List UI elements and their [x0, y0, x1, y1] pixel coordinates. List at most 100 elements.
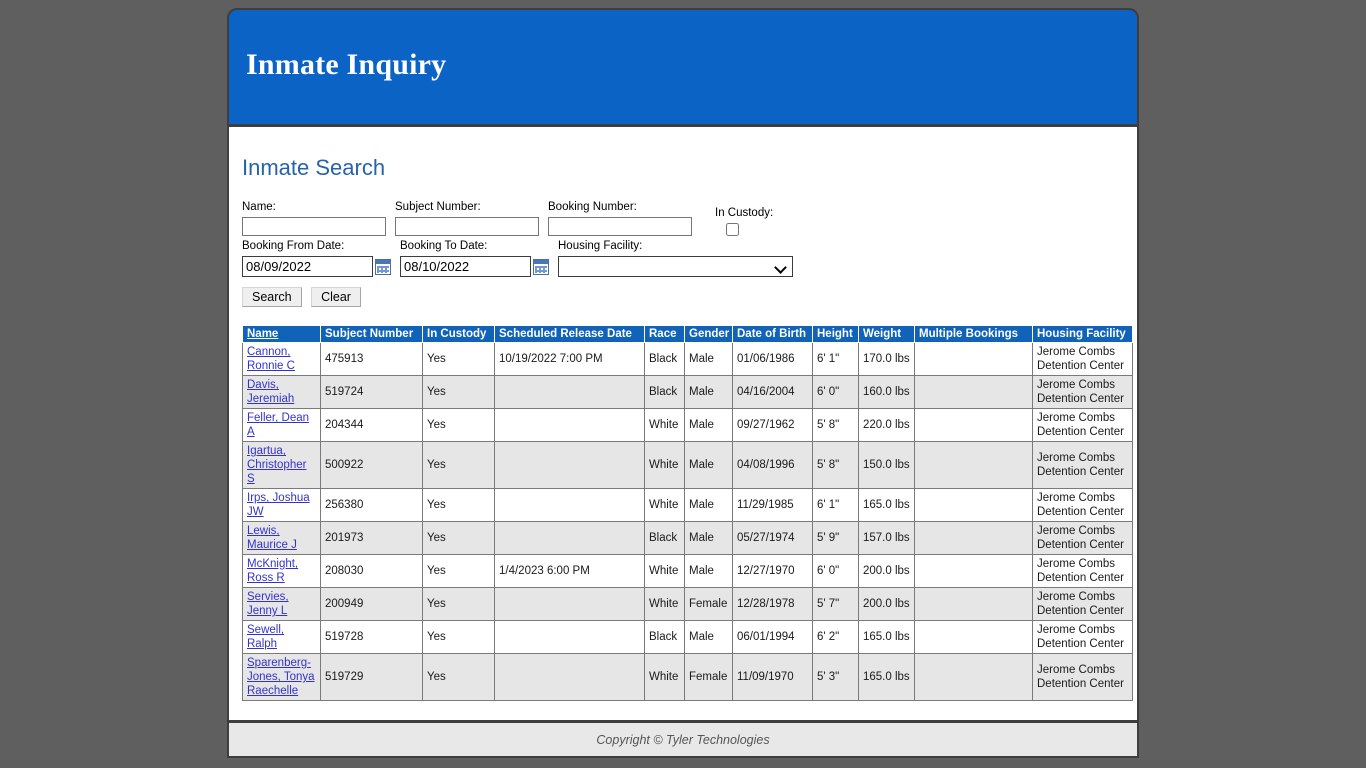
cell-weight: 165.0 lbs: [858, 653, 915, 701]
cell-race: White: [644, 488, 685, 522]
cell-in-custody: Yes: [422, 620, 495, 654]
cell-date-of-birth: 05/27/1974: [732, 521, 813, 555]
subject-number-input[interactable]: [395, 217, 539, 236]
cell-date-of-birth: 04/08/1996: [732, 441, 813, 489]
cell-in-custody: Yes: [422, 408, 495, 442]
cell-in-custody: Yes: [422, 441, 495, 489]
cell-scheduled-release-date: [494, 408, 645, 442]
inmate-name-link[interactable]: Igartua, Christopher S: [247, 445, 306, 485]
cell-name: Igartua, Christopher S: [242, 441, 321, 489]
booking-to-date-input[interactable]: [400, 256, 531, 277]
cell-race: White: [644, 441, 685, 489]
cell-date-of-birth: 04/16/2004: [732, 375, 813, 409]
cell-scheduled-release-date: [494, 441, 645, 489]
page-title: Inmate Inquiry: [246, 48, 447, 81]
application-window: Inmate Inquiry Inmate Search Name: Subje…: [227, 8, 1139, 760]
cell-scheduled-release-date: [494, 521, 645, 555]
table-row: Sparenberg-Jones, Tonya Raechelle 519729 Y…: [242, 653, 1133, 701]
column-header-housing-facility[interactable]: Housing Facility: [1032, 325, 1133, 343]
column-header-race[interactable]: Race: [644, 325, 685, 343]
cell-in-custody: Yes: [422, 375, 495, 409]
cell-subject-number: 519724: [320, 375, 423, 409]
in-custody-checkbox[interactable]: [726, 223, 739, 236]
cell-height: 6' 0": [812, 375, 859, 409]
column-header-date-of-birth[interactable]: Date of Birth: [732, 325, 813, 343]
booking-from-date-label: Booking From Date:: [242, 240, 345, 252]
inmate-name-link[interactable]: Sparenberg-Jones, Tonya Raechelle: [247, 657, 315, 697]
name-field-group: Name:: [242, 201, 386, 236]
search-button[interactable]: Search: [242, 287, 302, 307]
cell-race: White: [644, 587, 685, 621]
clear-button[interactable]: Clear: [311, 287, 361, 307]
cell-multiple-bookings: [914, 342, 1033, 376]
column-header-scheduled-release-date[interactable]: Scheduled Release Date: [494, 325, 645, 343]
chevron-down-icon: [558, 256, 793, 277]
column-header-height[interactable]: Height: [812, 325, 859, 343]
name-input[interactable]: [242, 217, 386, 236]
cell-weight: 165.0 lbs: [858, 620, 915, 654]
cell-subject-number: 475913: [320, 342, 423, 376]
cell-in-custody: Yes: [422, 521, 495, 555]
cell-height: 5' 9": [812, 521, 859, 555]
inmate-name-link[interactable]: Cannon, Ronnie C: [247, 346, 295, 372]
cell-housing-facility: Jerome Combs Detention Center: [1032, 342, 1133, 376]
table-row: Sewell, Ralph 519728 Yes Black Male 06/01/199…: [242, 620, 1133, 654]
cell-scheduled-release-date: [494, 587, 645, 621]
table-row: Lewis, Maurice J 201973 Yes Black Male 05/27/…: [242, 521, 1133, 555]
cell-in-custody: Yes: [422, 587, 495, 621]
housing-facility-select[interactable]: [558, 256, 793, 277]
cell-gender: Male: [684, 488, 733, 522]
inmate-name-link[interactable]: Sewell, Ralph: [247, 624, 284, 650]
cell-multiple-bookings: [914, 375, 1033, 409]
cell-race: White: [644, 554, 685, 588]
subject-number-label: Subject Number:: [395, 201, 481, 213]
cell-weight: 150.0 lbs: [858, 441, 915, 489]
name-label: Name:: [242, 201, 276, 213]
cell-subject-number: 256380: [320, 488, 423, 522]
cell-weight: 165.0 lbs: [858, 488, 915, 522]
column-header-gender[interactable]: Gender: [684, 325, 733, 343]
cell-gender: Female: [684, 587, 733, 621]
cell-race: Black: [644, 620, 685, 654]
booking-from-date-input[interactable]: [242, 256, 373, 277]
cell-gender: Male: [684, 620, 733, 654]
section-title: Inmate Search: [242, 155, 386, 180]
inmate-name-link[interactable]: Irps, Joshua JW: [247, 492, 310, 518]
inmate-name-link[interactable]: Servies, Jenny L: [247, 591, 289, 617]
cell-gender: Male: [684, 375, 733, 409]
cell-gender: Male: [684, 441, 733, 489]
column-header-weight[interactable]: Weight: [858, 325, 915, 343]
cell-height: 6' 1": [812, 488, 859, 522]
table-header-row: Name Subject Number In Custody Scheduled…: [242, 325, 1133, 343]
cell-gender: Male: [684, 342, 733, 376]
cell-housing-facility: Jerome Combs Detention Center: [1032, 620, 1133, 654]
table-row: McKnight, Ross R 208030 Yes 1/4/2023 6:00 P…: [242, 554, 1133, 588]
cell-height: 6' 2": [812, 620, 859, 654]
calendar-icon[interactable]: [533, 258, 549, 275]
cell-scheduled-release-date: [494, 620, 645, 654]
booking-number-label: Booking Number:: [548, 201, 637, 213]
cell-race: Black: [644, 375, 685, 409]
cell-gender: Male: [684, 554, 733, 588]
calendar-icon[interactable]: [375, 258, 391, 275]
cell-race: White: [644, 653, 685, 701]
inmate-name-link[interactable]: McKnight, Ross R: [247, 558, 298, 584]
column-header-in-custody[interactable]: In Custody: [422, 325, 495, 343]
cell-date-of-birth: 12/28/1978: [732, 587, 813, 621]
cell-multiple-bookings: [914, 488, 1033, 522]
cell-multiple-bookings: [914, 521, 1033, 555]
cell-weight: 200.0 lbs: [858, 554, 915, 588]
in-custody-field-group: In Custody:: [715, 207, 773, 236]
column-header-multiple-bookings[interactable]: Multiple Bookings: [914, 325, 1033, 343]
booking-number-input[interactable]: [548, 217, 692, 236]
table-body: Cannon, Ronnie C 475913 Yes 10/19/2022 7:00…: [242, 342, 1133, 701]
table-row: Cannon, Ronnie C 475913 Yes 10/19/2022 7:00…: [242, 342, 1133, 376]
copyright-text: Copyright © Tyler Technologies: [596, 733, 770, 747]
booking-number-field-group: Booking Number:: [548, 201, 692, 236]
inmate-name-link[interactable]: Feller, Dean A: [247, 412, 309, 438]
column-header-name[interactable]: Name: [242, 325, 321, 343]
sort-link-name[interactable]: Name: [247, 328, 278, 340]
inmate-name-link[interactable]: Davis, Jeremiah: [247, 379, 294, 405]
column-header-subject-number[interactable]: Subject Number: [320, 325, 423, 343]
inmate-name-link[interactable]: Lewis, Maurice J: [247, 525, 297, 551]
